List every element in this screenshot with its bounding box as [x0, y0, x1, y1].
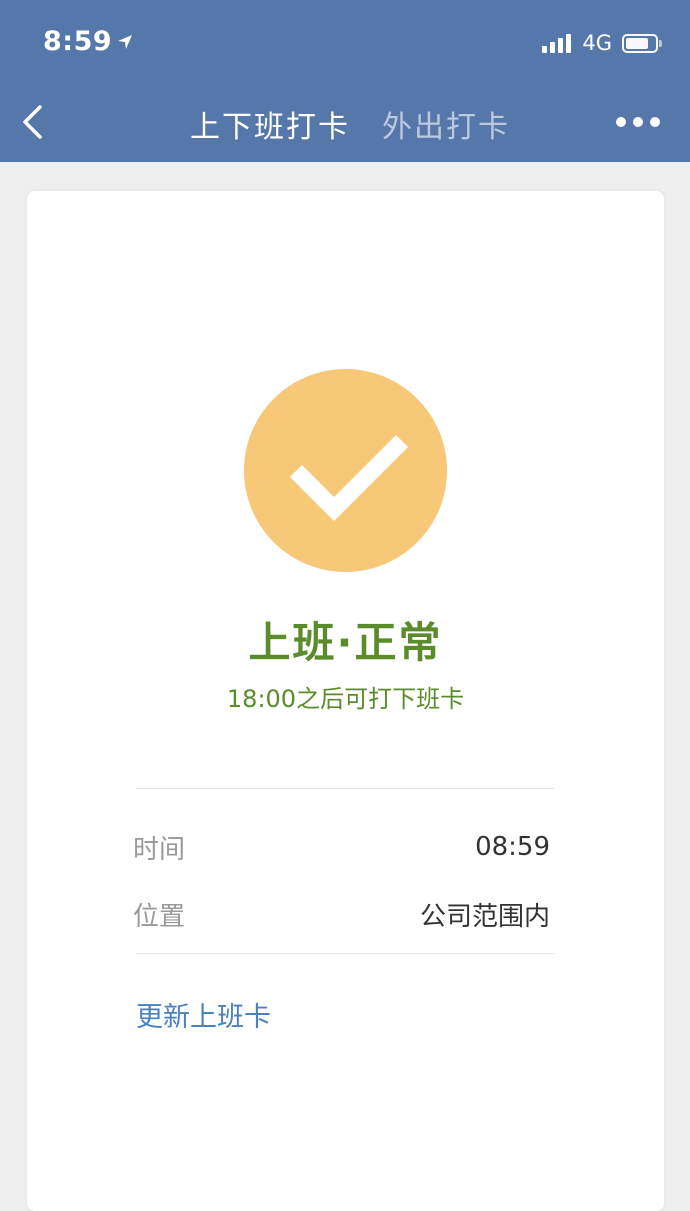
status-bar-time: 8:59: [43, 26, 134, 57]
detail-value: 公司范围内: [419, 901, 550, 932]
checkmark-icon: [289, 434, 409, 522]
back-button[interactable]: [12, 100, 52, 144]
divider: [136, 788, 554, 789]
divider: [136, 953, 554, 954]
update-clock-in-link[interactable]: 更新上班卡: [136, 995, 271, 1034]
tab-commute-clock-in[interactable]: 上下班打卡: [190, 102, 350, 146]
detail-label: 位置: [133, 901, 186, 932]
clock-out-hint: 18:00之后可打下班卡: [226, 685, 465, 713]
more-dot-icon: [633, 117, 643, 127]
tab-field-clock-in[interactable]: 外出打卡: [382, 102, 510, 146]
app-header: 8:59 4G 上下班打卡 外出打卡: [0, 0, 690, 162]
detail-value: 08:59: [475, 832, 550, 862]
status-bar-indicators: 4G: [542, 30, 662, 56]
detail-row-time: 时间 08:59: [133, 827, 550, 867]
network-type: 4G: [582, 31, 612, 55]
cellular-signal-icon: [542, 33, 574, 53]
clock-in-status-title: 上班·正常: [248, 618, 443, 667]
detail-label: 时间: [133, 834, 186, 865]
more-dot-icon: [650, 117, 660, 127]
battery-icon: [622, 33, 662, 53]
more-options-button[interactable]: [616, 112, 660, 132]
location-arrow-icon: [118, 34, 133, 49]
clock-in-result-card: 上班·正常 18:00之后可打下班卡 时间 08:59 位置 公司范围内 更新上…: [27, 191, 664, 1211]
success-check-icon: [244, 369, 447, 572]
detail-row-location: 位置 公司范围内: [133, 894, 550, 934]
chevron-left-icon: [23, 105, 42, 139]
more-dot-icon: [616, 117, 626, 127]
